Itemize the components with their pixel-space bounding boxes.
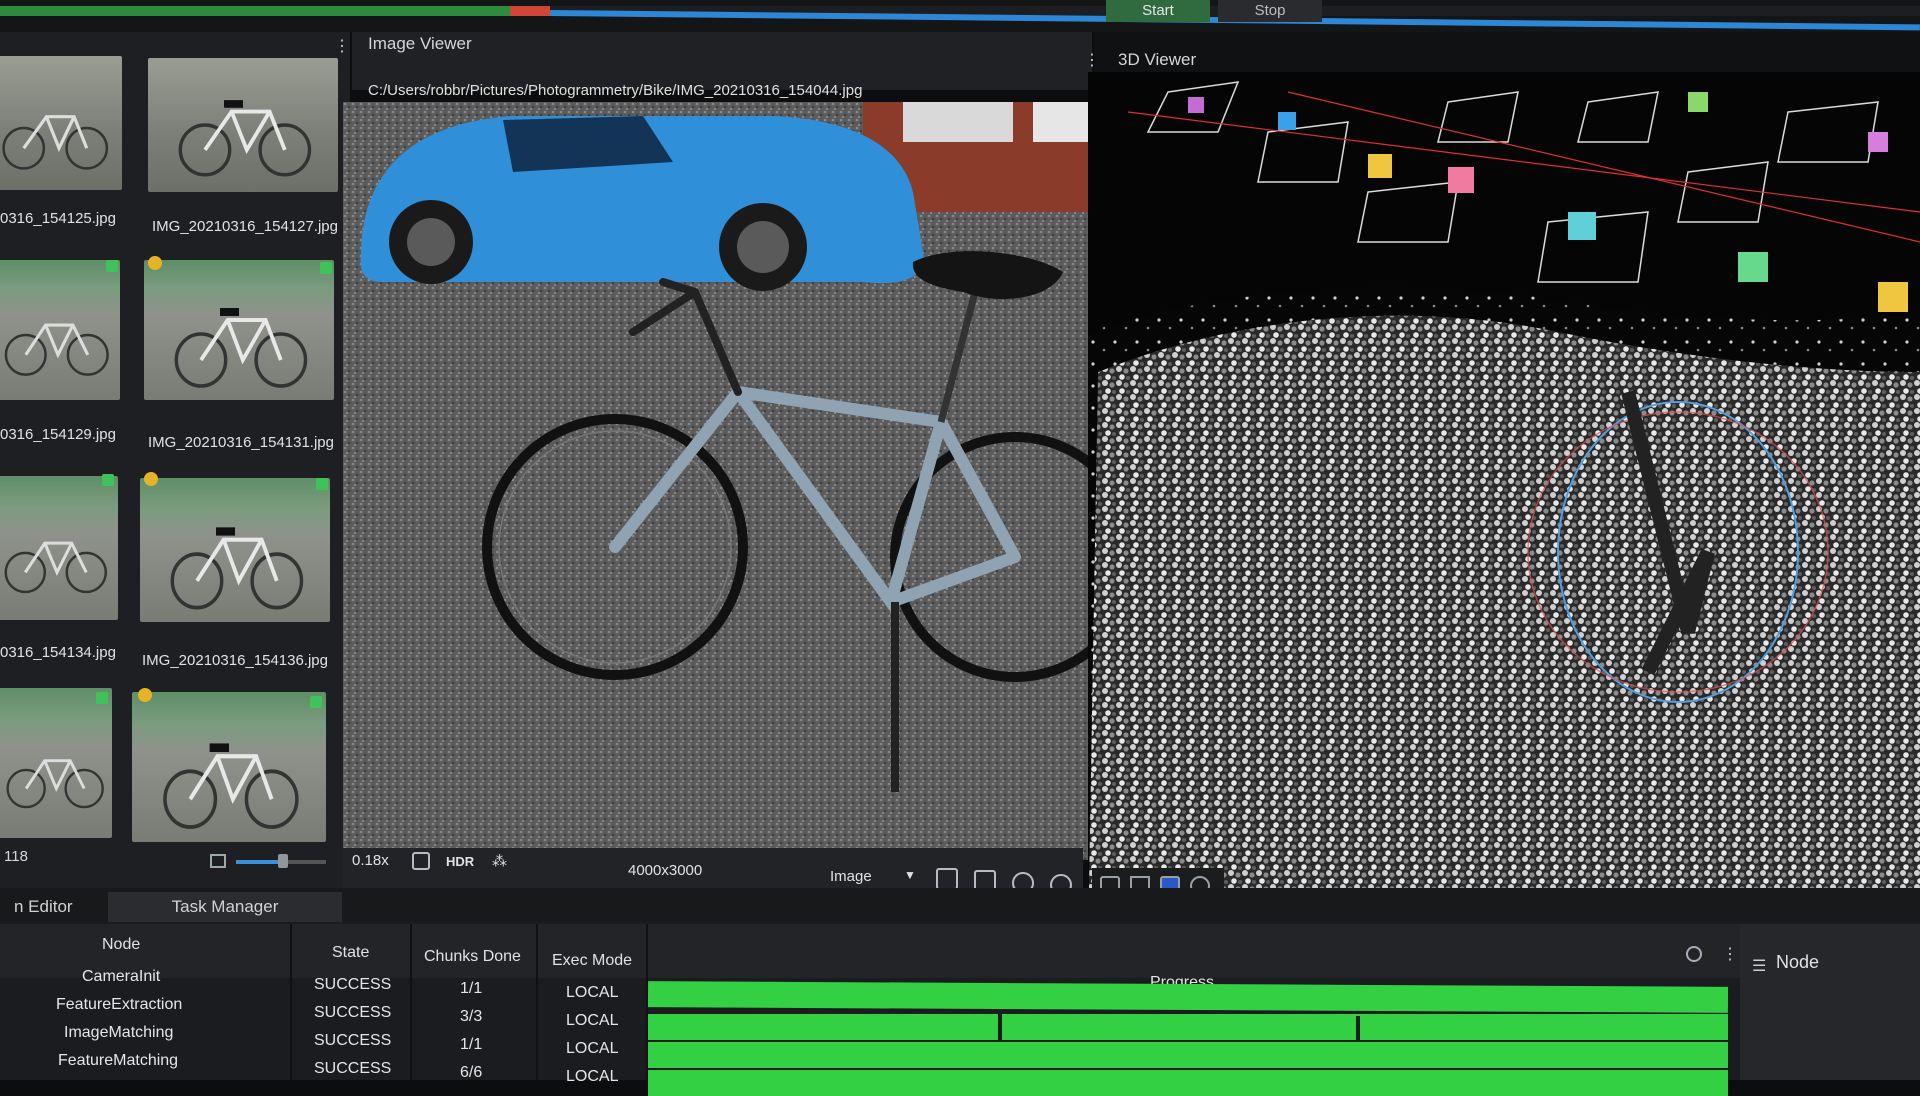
bike-photo [4, 541, 108, 594]
task-manager-menu-icon[interactable]: ⋮ [1722, 944, 1738, 964]
thumbnail[interactable] [0, 476, 118, 620]
sliders-icon: ☰ [1752, 958, 1767, 975]
thumbnail-size-slider-handle[interactable] [278, 854, 288, 868]
task-exec-mode: LOCAL [566, 984, 619, 1001]
refresh-icon[interactable] [1686, 946, 1702, 962]
column-divider [290, 924, 292, 1080]
thumbnail[interactable] [148, 58, 338, 192]
thumbnail-label: IMG_20210316_154127.jpg [152, 218, 338, 235]
thumbnail[interactable] [0, 688, 112, 838]
reconstructed-badge [96, 692, 108, 704]
start-button[interactable]: Start [1106, 0, 1210, 22]
node-attributes-panel [1740, 924, 1920, 1080]
thumbnail[interactable] [0, 56, 122, 190]
3d-viewport[interactable] [1088, 72, 1920, 942]
bike-photo [6, 759, 104, 809]
reconstructed-badge [316, 478, 328, 490]
task-chunks: 1/1 [460, 1036, 483, 1053]
column-header-node[interactable]: Node [102, 936, 140, 954]
task-progress-bar [648, 1014, 1728, 1040]
image-path: C:/Users/robbr/Pictures/Photogrammetry/B… [368, 82, 863, 99]
task-progress-bar [648, 1042, 1728, 1068]
task-node-name[interactable]: ImageMatching [64, 1024, 173, 1042]
3d-viewer-header [1095, 32, 1920, 72]
thumbnail-label: 0316_154129.jpg [0, 426, 116, 443]
column-header-exec-mode[interactable]: Exec Mode [552, 952, 632, 970]
thumbnail[interactable] [144, 260, 334, 400]
progress-segment-error [510, 6, 550, 16]
task-exec-mode: LOCAL [566, 1012, 619, 1029]
image-gallery-panel: 0316_154125.jpg IMG_20210316_154127.jpg … [0, 32, 350, 888]
node-panel-title: Node [1776, 952, 1820, 972]
thumbnail[interactable] [140, 478, 330, 622]
task-node-name[interactable]: FeatureExtraction [56, 996, 182, 1014]
image-viewer-title: Image Viewer [368, 34, 472, 53]
stop-button[interactable]: Stop [1218, 0, 1322, 22]
task-node-name[interactable]: CameraInit [82, 968, 160, 986]
image-count: 118 [4, 848, 28, 865]
thumbnail-label: 0316_154134.jpg [0, 644, 116, 661]
task-table-header [0, 924, 1740, 978]
thumbnail-size-icon [210, 854, 226, 868]
chevron-down-icon[interactable]: ▼ [904, 868, 916, 882]
reconstructed-badge [102, 474, 114, 486]
chunk-divider [998, 1014, 1002, 1040]
thumbnail[interactable] [132, 692, 326, 842]
thumbnail-label: IMG_20210316_154131.jpg [148, 434, 334, 451]
task-exec-mode: LOCAL [566, 1040, 619, 1057]
3d-viewer-title: 3D Viewer [1118, 50, 1197, 69]
reconstructed-badge [310, 696, 322, 708]
column-divider [410, 924, 412, 1080]
warning-icon [144, 472, 158, 486]
point-cloud [1088, 72, 1920, 942]
features-icon[interactable]: ⁂ [492, 852, 507, 870]
thumbnail-label: IMG_20210316_154136.jpg [142, 652, 328, 669]
reconstructed-badge [106, 260, 118, 272]
column-divider [536, 924, 538, 1080]
tab-task-manager[interactable]: Task Manager [108, 892, 342, 922]
task-state: SUCCESS [314, 1060, 392, 1077]
task-exec-mode: LOCAL [566, 1068, 619, 1085]
task-chunks: 6/6 [460, 1064, 483, 1081]
warning-icon [138, 688, 152, 702]
reconstructed-badge [320, 262, 332, 274]
thumbnail[interactable] [0, 260, 120, 400]
image-canvas[interactable] [343, 102, 1105, 860]
bike-photo [174, 308, 308, 388]
column-header-state[interactable]: State [332, 944, 369, 962]
hdr-toggle[interactable]: HDR [446, 854, 474, 869]
task-chunks: 3/3 [460, 1008, 483, 1025]
fit-view-icon[interactable] [936, 868, 958, 890]
bike-photo [170, 527, 304, 610]
task-node-name[interactable]: FeatureMatching [58, 1052, 178, 1070]
task-progress-bar [648, 1070, 1728, 1096]
bike-photo [178, 100, 312, 177]
texture-toggle-icon[interactable] [412, 852, 430, 870]
display-mode-select[interactable]: Image [830, 868, 872, 885]
task-state: SUCCESS [314, 976, 392, 993]
column-header-chunks[interactable]: Chunks Done [424, 948, 521, 966]
thumbnail-size-slider-fill [236, 860, 282, 864]
chunk-divider [1356, 1016, 1360, 1042]
image-resolution: 4000x3000 [628, 862, 703, 879]
bike-photo [2, 115, 109, 170]
bike-photo [4, 323, 109, 376]
task-chunks: 1/1 [460, 980, 483, 997]
progress-segment-done [0, 6, 510, 16]
task-state: SUCCESS [314, 1004, 392, 1021]
task-state: SUCCESS [314, 1032, 392, 1049]
bike-photo [163, 743, 299, 829]
thumbnail-label: 0316_154125.jpg [0, 210, 116, 227]
zoom-level: 0.18x [352, 852, 389, 869]
gallery-menu-icon[interactable]: ⋮ [334, 36, 350, 56]
warning-icon [148, 256, 162, 270]
bike-photo [343, 102, 1105, 860]
tab-graph-editor[interactable]: n Editor [0, 892, 87, 922]
